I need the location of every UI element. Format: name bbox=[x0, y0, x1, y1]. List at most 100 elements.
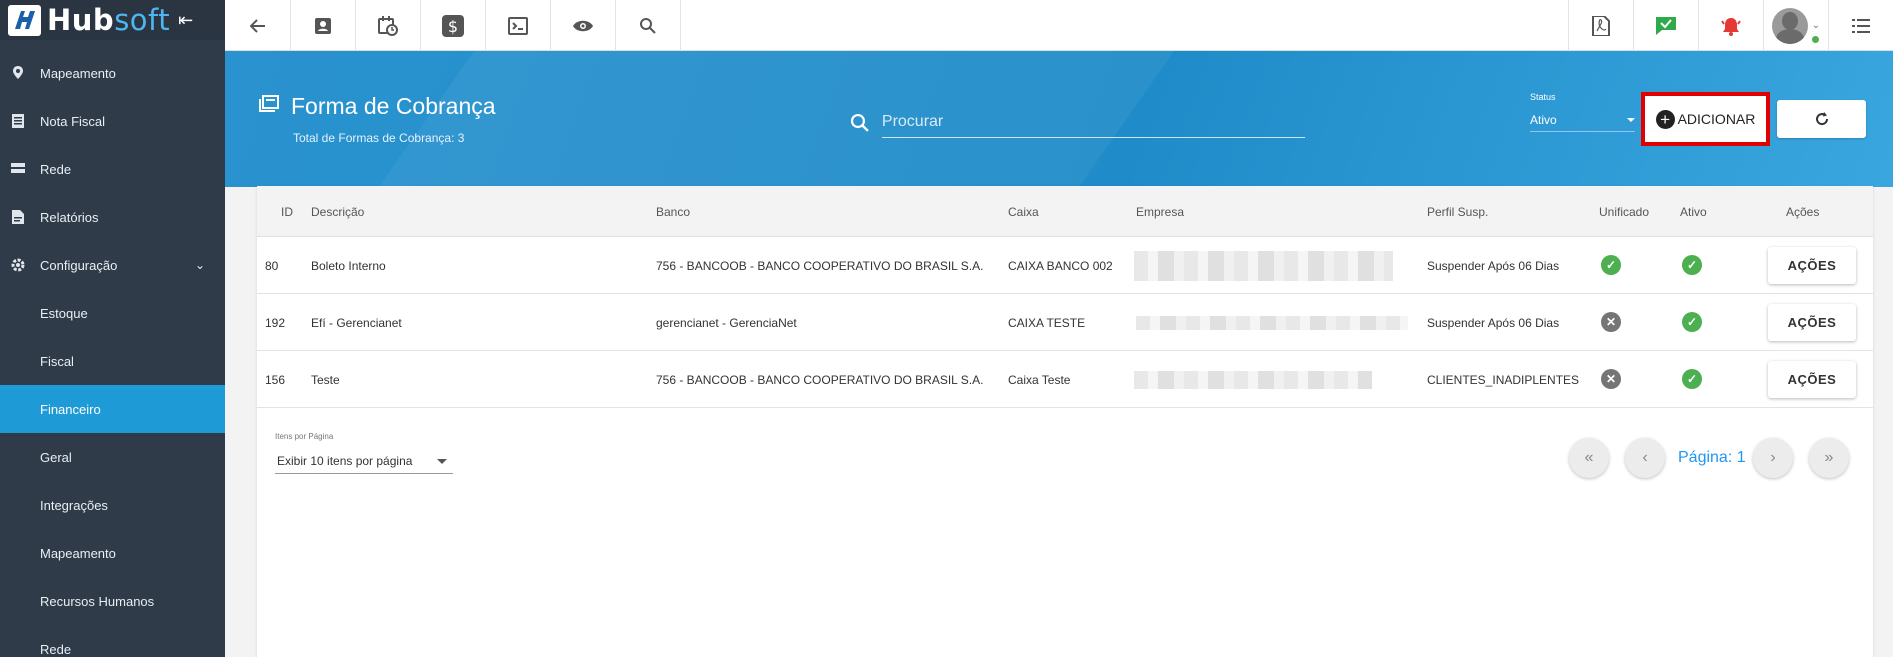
prev-page-button[interactable]: ‹ bbox=[1625, 438, 1665, 478]
sidebar-item-estoque[interactable]: Estoque bbox=[0, 289, 225, 337]
invoice-icon bbox=[10, 113, 26, 129]
x-circle-icon: ✕ bbox=[1601, 312, 1621, 332]
search-bar bbox=[850, 105, 1305, 140]
search-toolbar-button[interactable] bbox=[616, 0, 681, 51]
cell-caixa: Caixa Teste bbox=[1008, 373, 1071, 387]
cell-banco: gerencianet - GerenciaNet bbox=[656, 316, 797, 330]
current-page: Página: 1 bbox=[1678, 449, 1746, 466]
pdf-button[interactable] bbox=[1568, 0, 1633, 51]
sidebar-item-integracoes[interactable]: Integrações bbox=[0, 481, 225, 529]
sidebar-item-recursos-humanos[interactable]: Recursos Humanos bbox=[0, 577, 225, 625]
table-row[interactable]: 156 Teste 756 - BANCOOB - BANCO COOPERAT… bbox=[257, 351, 1873, 408]
top-toolbar: $ ⌄ bbox=[225, 0, 1893, 51]
refresh-icon bbox=[1815, 112, 1828, 126]
sidebar-item-rede[interactable]: Rede bbox=[0, 145, 225, 193]
sidebar-item-geral[interactable]: Geral bbox=[0, 433, 225, 481]
cell-empresa-redacted bbox=[1136, 316, 1408, 330]
sidebar-item-label: Integrações bbox=[40, 497, 108, 513]
terminal-button[interactable] bbox=[486, 0, 551, 51]
column-unificado[interactable]: Unificado bbox=[1599, 205, 1649, 219]
eye-icon bbox=[573, 20, 593, 31]
schedule-button[interactable] bbox=[356, 0, 421, 51]
column-perfil-susp[interactable]: Perfil Susp. bbox=[1427, 205, 1488, 219]
network-icon bbox=[10, 161, 26, 177]
sidebar-item-relatorios[interactable]: Relatórios bbox=[0, 193, 225, 241]
notifications-button[interactable] bbox=[1698, 0, 1763, 51]
page-title-text: Forma de Cobrança bbox=[291, 93, 496, 119]
items-per-page-value: Exibir 10 itens por página bbox=[277, 454, 413, 468]
add-button-label: ADICIONAR bbox=[1677, 111, 1756, 127]
collapse-menu-icon[interactable]: ⇤ bbox=[178, 10, 193, 31]
items-per-page-select[interactable]: Exibir 10 itens por página bbox=[275, 449, 453, 474]
sidebar-item-label: Mapeamento bbox=[40, 545, 116, 561]
caret-down-icon bbox=[1627, 117, 1635, 122]
cell-perfil: Suspender Após 06 Dias bbox=[1427, 259, 1560, 273]
last-page-button[interactable]: » bbox=[1809, 438, 1849, 478]
cell-id: 80 bbox=[265, 259, 279, 273]
next-page-button[interactable]: › bbox=[1753, 438, 1793, 478]
column-descricao[interactable]: Descrição bbox=[311, 205, 364, 219]
sidebar-item-fiscal[interactable]: Fiscal bbox=[0, 337, 225, 385]
gear-icon bbox=[10, 257, 26, 273]
sidebar-item-mapeamento-config[interactable]: Mapeamento bbox=[0, 529, 225, 577]
chevron-down-icon: ⌄ bbox=[194, 258, 205, 272]
add-button[interactable]: + ADICIONAR bbox=[1641, 92, 1770, 146]
toolbar-right: ⌄ bbox=[1568, 0, 1893, 51]
actions-button[interactable]: AÇÕES bbox=[1768, 247, 1856, 284]
actions-button[interactable]: AÇÕES bbox=[1768, 304, 1856, 341]
logo-bar: Hubsoft ⇤ bbox=[0, 0, 225, 40]
sidebar-item-label: Fiscal bbox=[40, 353, 74, 369]
back-button[interactable] bbox=[225, 0, 291, 51]
first-page-button[interactable]: « bbox=[1569, 438, 1609, 478]
column-caixa[interactable]: Caixa bbox=[1008, 205, 1039, 219]
cell-descricao: Efí - Gerencianet bbox=[311, 316, 402, 330]
page-subtitle: Total de Formas de Cobrança: 3 bbox=[293, 131, 465, 145]
sidebar-item-label: Rede bbox=[40, 641, 72, 657]
cell-caixa: CAIXA TESTE bbox=[1008, 316, 1086, 330]
bell-icon bbox=[1721, 17, 1741, 36]
page-title: Forma de Cobrança bbox=[257, 93, 496, 120]
sidebar: Hubsoft ⇤ Mapeamento Nota Fiscal Rede Re… bbox=[0, 0, 225, 657]
contacts-button[interactable] bbox=[291, 0, 356, 51]
brand-name: Hubsoft bbox=[47, 3, 171, 37]
plus-circle-icon: + bbox=[1655, 109, 1675, 129]
sidebar-item-nota-fiscal[interactable]: Nota Fiscal bbox=[0, 97, 225, 145]
status-select[interactable]: Status Ativo bbox=[1530, 92, 1635, 132]
cell-id: 156 bbox=[265, 373, 286, 387]
sidebar-item-label: Mapeamento bbox=[40, 65, 116, 81]
column-empresa[interactable]: Empresa bbox=[1136, 205, 1184, 219]
sidebar-item-financeiro[interactable]: Financeiro bbox=[0, 385, 225, 433]
x-circle-icon: ✕ bbox=[1601, 369, 1621, 389]
table-row[interactable]: 80 Boleto Interno 756 - BANCOOB - BANCO … bbox=[257, 237, 1873, 294]
arrow-left-icon bbox=[249, 18, 265, 33]
cell-banco: 756 - BANCOOB - BANCO COOPERATIVO DO BRA… bbox=[656, 373, 984, 387]
sidebar-item-configuracao[interactable]: Configuração ⌄ bbox=[0, 241, 225, 289]
svg-text:$: $ bbox=[448, 17, 458, 36]
cell-empresa-redacted bbox=[1134, 251, 1393, 281]
sidebar-item-mapeamento[interactable]: Mapeamento bbox=[0, 49, 225, 97]
check-circle-icon: ✓ bbox=[1601, 255, 1621, 275]
finance-button[interactable]: $ bbox=[421, 0, 486, 51]
column-banco[interactable]: Banco bbox=[656, 205, 690, 219]
calendar-clock-icon bbox=[378, 15, 398, 36]
messages-button[interactable] bbox=[1633, 0, 1698, 51]
search-icon bbox=[850, 113, 869, 132]
column-id[interactable]: ID bbox=[281, 205, 293, 219]
sidebar-item-rede-config[interactable]: Rede bbox=[0, 625, 225, 657]
hubsoft-logo-icon bbox=[8, 4, 41, 36]
sidebar-item-label: Nota Fiscal bbox=[40, 113, 106, 129]
status-value-field[interactable]: Ativo bbox=[1530, 108, 1635, 132]
column-ativo[interactable]: Ativo bbox=[1680, 205, 1707, 219]
contact-card-icon bbox=[315, 17, 331, 34]
main-menu-button[interactable] bbox=[1828, 0, 1893, 51]
report-icon bbox=[10, 209, 26, 225]
view-button[interactable] bbox=[551, 0, 616, 51]
table-row[interactable]: 192 Efí - Gerencianet gerencianet - Gere… bbox=[257, 294, 1873, 351]
refresh-button[interactable] bbox=[1777, 100, 1866, 138]
cell-banco: 756 - BANCOOB - BANCO COOPERATIVO DO BRA… bbox=[656, 259, 984, 273]
actions-button[interactable]: AÇÕES bbox=[1768, 361, 1856, 398]
double-chevron-right-icon: » bbox=[1824, 449, 1834, 466]
search-input[interactable] bbox=[881, 107, 1305, 138]
sidebar-item-label: Rede bbox=[40, 161, 72, 177]
cell-perfil: CLIENTES_INADIPLENTES bbox=[1427, 373, 1580, 387]
